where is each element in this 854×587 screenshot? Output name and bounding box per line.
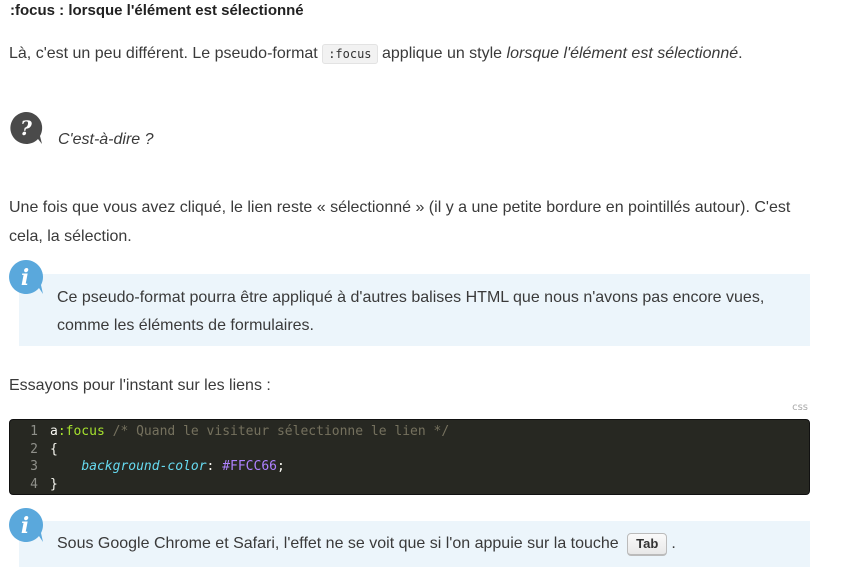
paragraph-try: Essayons pour l'instant sur les liens : (9, 377, 271, 394)
info-text-after: . (671, 535, 676, 552)
question-icon: ? (10, 111, 43, 144)
intro-text-3: . (738, 45, 743, 62)
paragraph-selection: Une fois que vous avez cliqué, le lien r… (9, 199, 791, 245)
code-selector: a (50, 424, 58, 439)
intro-text-1: Là, c'est un peu différent. Le pseudo-fo… (9, 45, 323, 62)
line-number: 3 (30, 459, 38, 474)
section-title: :focus : lorsque l'élément est sélection… (10, 2, 304, 19)
intro-text-2: applique un style (377, 45, 507, 62)
svg-text:?: ? (20, 116, 32, 140)
code-comment: /* Quand le visiteur sélectionne le lien… (104, 424, 450, 439)
question-text: C'est-à-dire ? (58, 131, 154, 148)
code-brace-open: { (50, 441, 58, 457)
line-number: 1 (30, 424, 38, 439)
code-language-label: css (792, 402, 808, 413)
info-text: Ce pseudo-format pourra être appliqué à … (57, 289, 765, 334)
line-number: 4 (30, 476, 38, 492)
tab-key: Tab (627, 533, 668, 556)
info-box-chrome-safari: Sous Google Chrome et Safari, l'effet ne… (19, 521, 810, 567)
code-line: 1 a:focus /* Quand le visiteur sélectionn… (10, 423, 809, 441)
code-pseudo: :focus (57, 424, 105, 439)
code-block: 1 a:focus /* Quand le visiteur sélectionn… (9, 419, 810, 495)
info-icon: i (9, 508, 43, 542)
code-value: #FFCC66 (222, 459, 277, 474)
line-number: 2 (30, 441, 38, 457)
info-box-pseudo-format: Ce pseudo-format pourra être appliqué à … (19, 274, 810, 346)
code-property: background-color (81, 459, 207, 474)
intro-emphasis: lorsque l'élément est sélectionné (506, 45, 739, 62)
inline-code: :focus (322, 44, 378, 64)
code-line: 3 background-color: #FFCC66; (10, 458, 809, 476)
svg-text:i: i (21, 265, 29, 291)
paragraph-intro: Là, c'est un peu différent. Le pseudo-fo… (9, 39, 799, 69)
code-colon: : (206, 459, 223, 474)
info-text-before: Sous Google Chrome et Safari, l'effet ne… (57, 535, 619, 552)
code-brace-close: } (50, 476, 58, 492)
code-line: 4} (10, 476, 809, 494)
info-icon: i (9, 260, 43, 294)
code-semicolon: ; (277, 459, 285, 474)
svg-text:i: i (21, 513, 29, 539)
code-line: 2{ (10, 441, 809, 459)
